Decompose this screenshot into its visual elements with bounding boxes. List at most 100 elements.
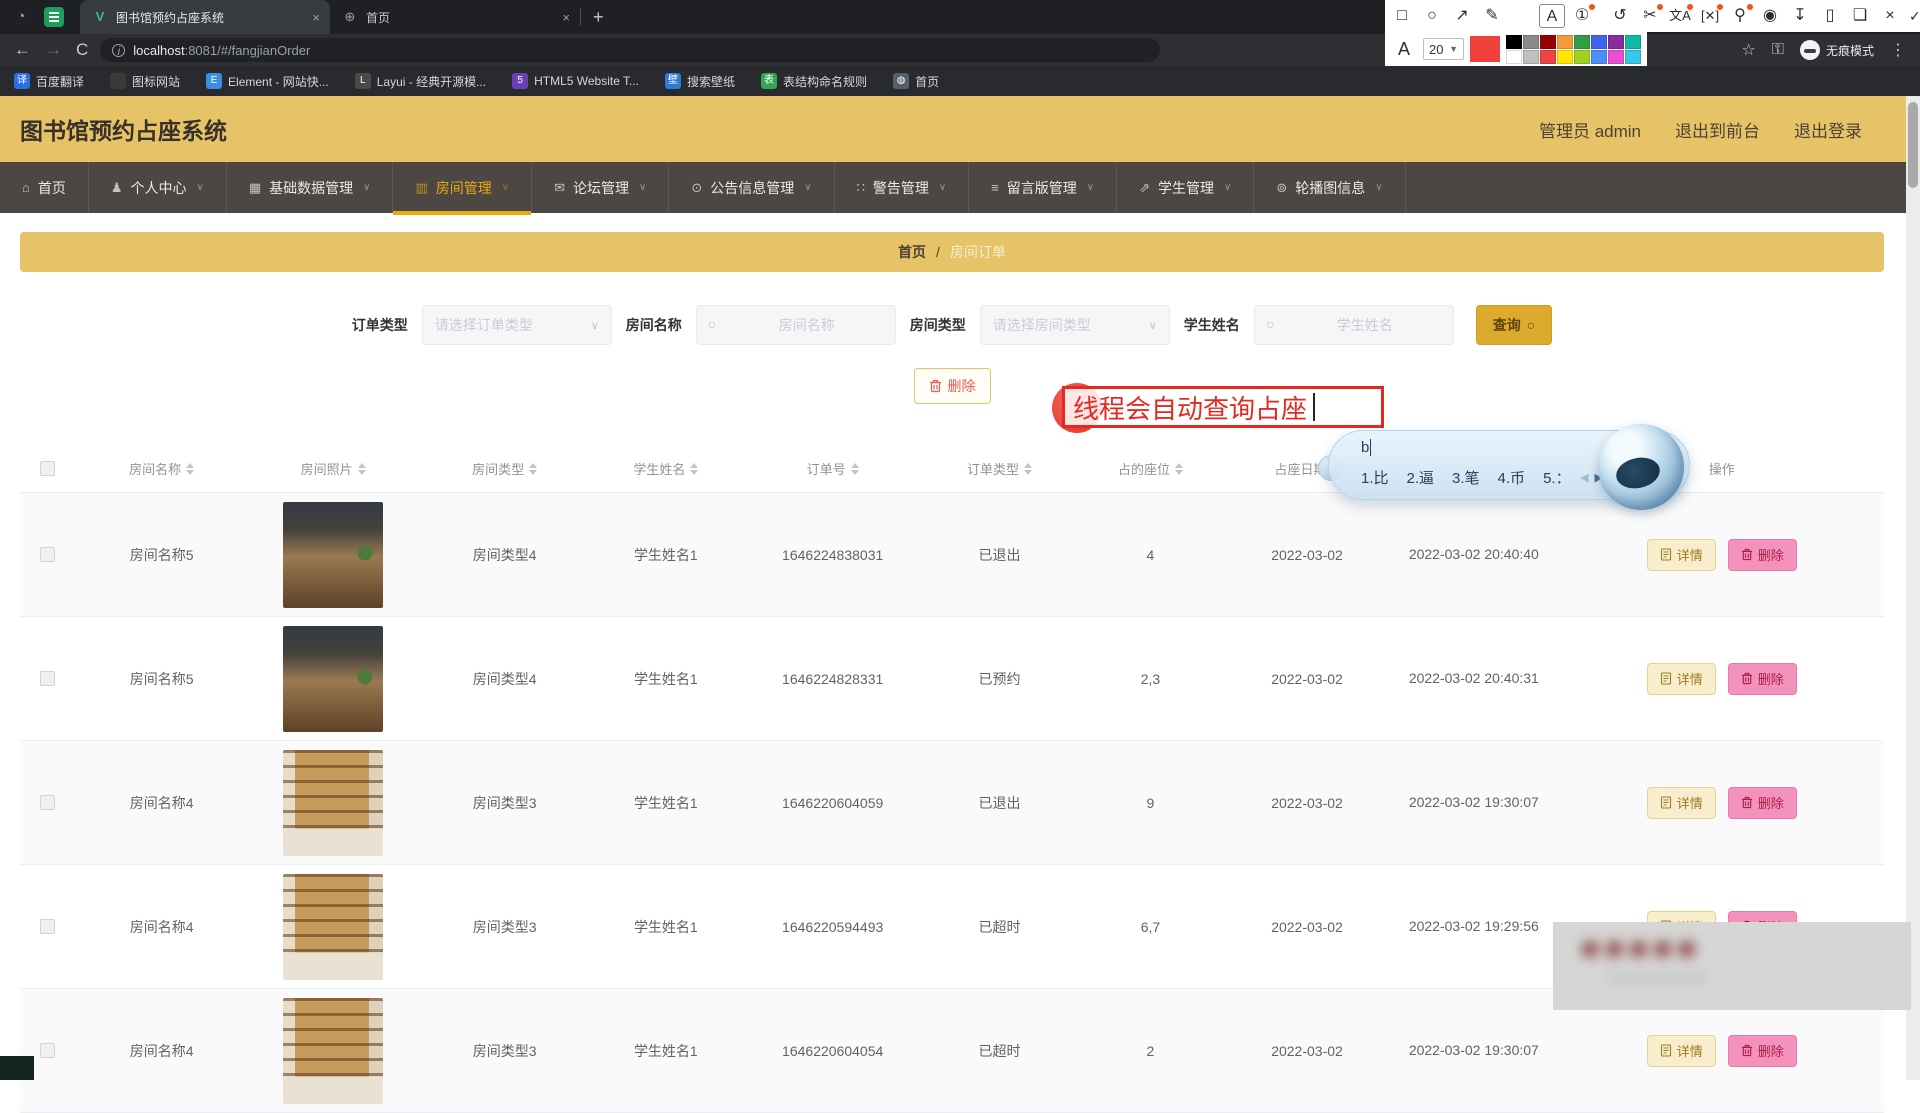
current-color-swatch[interactable] — [1470, 36, 1500, 62]
room-photo[interactable] — [283, 874, 383, 980]
translate-icon[interactable]: 文A — [1667, 4, 1693, 28]
nav-item-carousel[interactable]: ⊚轮播图信息∨ — [1254, 162, 1405, 213]
nav-item-message-board[interactable]: ≡留言版管理∨ — [969, 162, 1117, 213]
bookmark-item[interactable]: 译百度翻译 — [14, 73, 84, 90]
address-bar[interactable]: i localhost:8081/#/fangjianOrder — [100, 38, 1160, 62]
room-photo[interactable] — [283, 750, 383, 856]
browser-logo-icon[interactable]: ◔ — [12, 8, 30, 26]
delete-button[interactable]: 删除 — [1728, 1035, 1797, 1067]
bookmark-item[interactable]: 5HTML5 Website T... — [512, 73, 639, 89]
row-checkbox[interactable] — [40, 547, 55, 562]
nav-item-personal[interactable]: ♟个人中心∨ — [89, 162, 227, 213]
text-tool-icon[interactable]: A — [1539, 4, 1565, 28]
annotation-textbox[interactable]: 线程会自动查询占座 — [1062, 386, 1384, 428]
rectangle-tool-icon[interactable]: □ — [1389, 4, 1415, 28]
ime-candidate[interactable]: 5.： — [1543, 467, 1571, 488]
ime-candidate[interactable]: 4.币 — [1498, 467, 1526, 488]
bookmark-item[interactable]: ◍首页 — [893, 73, 939, 90]
finish-button[interactable]: ✓ 完成 — [1909, 0, 1920, 36]
sort-icon[interactable] — [1175, 463, 1183, 475]
row-checkbox[interactable] — [40, 919, 55, 934]
device-icon[interactable]: ▯ — [1817, 4, 1843, 28]
sort-icon[interactable] — [690, 463, 698, 475]
col-header-room[interactable]: 房间名称 — [76, 459, 247, 478]
nav-item-room-mgmt[interactable]: ▥房间管理∨ — [393, 162, 532, 213]
font-size-select[interactable]: 20▼ — [1423, 38, 1464, 60]
tab-close-icon[interactable]: × — [312, 10, 320, 25]
pinned-sheets-icon[interactable] — [44, 7, 64, 27]
delete-button[interactable]: 删除 — [1728, 787, 1797, 819]
detail-button[interactable]: 详情 — [1647, 663, 1716, 695]
ime-candidate[interactable]: 3.笔 — [1452, 467, 1480, 488]
nav-item-home[interactable]: ⌂首页 — [0, 162, 89, 213]
row-checkbox[interactable] — [40, 1043, 55, 1058]
sort-icon[interactable] — [1024, 463, 1032, 475]
logout-link[interactable]: 退出登录 — [1794, 117, 1862, 142]
room-photo[interactable] — [283, 502, 383, 608]
room-type-select[interactable]: 请选择房间类型∨ — [980, 305, 1170, 345]
col-header-photo[interactable]: 房间照片 — [247, 459, 418, 478]
scrollbar-thumb[interactable] — [1908, 102, 1918, 188]
bookmark-item[interactable]: LLayui - 经典开源模... — [355, 73, 486, 90]
col-header-type[interactable]: 房间类型 — [419, 459, 590, 478]
step-number-tool-icon[interactable]: ① — [1569, 4, 1595, 28]
bookmark-item[interactable]: EElement - 网站快... — [206, 73, 329, 90]
bookmark-item[interactable]: 表表结构命名规则 — [761, 73, 867, 90]
tab-close-icon[interactable]: × — [562, 10, 570, 25]
pin-icon[interactable]: ⚲ — [1727, 4, 1753, 28]
sort-icon[interactable] — [529, 463, 537, 475]
browser-tab[interactable]: ⊕ 首页 × — [330, 0, 580, 34]
student-name-input[interactable] — [1254, 305, 1454, 345]
new-tab-button[interactable]: + — [593, 7, 604, 28]
row-checkbox[interactable] — [40, 795, 55, 810]
bookmark-item[interactable]: 图标网站 — [110, 73, 180, 90]
scissors-icon[interactable]: ✂ — [1637, 4, 1663, 28]
detail-button[interactable]: 详情 — [1647, 787, 1716, 819]
arrow-tool-icon[interactable]: ↗ — [1449, 4, 1475, 28]
pen-tool-icon[interactable]: ✎ — [1479, 4, 1505, 28]
col-header-seats[interactable]: 占的座位 — [1075, 459, 1226, 478]
download-icon[interactable]: ↧ — [1787, 4, 1813, 28]
sort-icon[interactable] — [358, 463, 366, 475]
browser-tab-active[interactable]: V 图书馆预约占座系统 × — [80, 0, 330, 34]
sort-icon[interactable] — [186, 463, 194, 475]
col-header-order-no[interactable]: 订单号 — [741, 459, 924, 478]
bookmark-star-icon[interactable]: ☆ — [1741, 40, 1755, 60]
detail-button[interactable]: 详情 — [1647, 1035, 1716, 1067]
site-info-icon[interactable]: i — [112, 44, 125, 57]
row-checkbox[interactable] — [40, 671, 55, 686]
nav-item-announcement[interactable]: ⊙公告信息管理∨ — [669, 162, 834, 213]
room-photo[interactable] — [283, 998, 383, 1104]
ime-candidate[interactable]: 2.逼 — [1407, 467, 1435, 488]
delete-button[interactable]: 删除 — [1728, 539, 1797, 571]
select-all-checkbox[interactable] — [40, 461, 55, 476]
color-palette[interactable] — [1506, 35, 1641, 64]
ime-candidate[interactable]: 1.比 — [1361, 467, 1389, 488]
delete-button[interactable]: 删除 — [1728, 663, 1797, 695]
nav-item-warning[interactable]: ∷警告管理∨ — [835, 162, 970, 213]
browser-menu-icon[interactable]: ⋮ — [1890, 40, 1906, 60]
cancel-capture-icon[interactable]: × — [1877, 4, 1903, 28]
record-icon[interactable]: ◉ — [1757, 4, 1783, 28]
detail-button[interactable]: 详情 — [1647, 539, 1716, 571]
nav-item-forum[interactable]: ✉论坛管理∨ — [532, 162, 669, 213]
col-header-student[interactable]: 学生姓名 — [590, 459, 741, 478]
forward-button[interactable]: → — [45, 40, 62, 60]
undo-icon[interactable]: ↺ — [1607, 4, 1633, 28]
ellipse-tool-icon[interactable]: ○ — [1419, 4, 1445, 28]
ime-prev-icon[interactable]: ◀ — [1580, 471, 1588, 484]
password-key-icon[interactable]: ⚿ — [1772, 41, 1784, 59]
refresh-button[interactable]: C — [76, 40, 88, 60]
bulk-delete-button[interactable]: 删除 — [914, 368, 991, 404]
mosaic-tool-icon[interactable] — [1509, 4, 1535, 28]
nav-item-base-data[interactable]: ▦基础数据管理∨ — [227, 162, 394, 213]
ocr-icon[interactable]: [✕] — [1697, 4, 1723, 28]
bookmark-item[interactable]: 壁搜索壁纸 — [665, 73, 735, 90]
sort-icon[interactable] — [851, 463, 859, 475]
col-header-order-type[interactable]: 订单类型 — [924, 459, 1075, 478]
bookmark-flag-icon[interactable]: ❏ — [1847, 4, 1873, 28]
room-name-input[interactable] — [696, 305, 896, 345]
nav-item-student[interactable]: ⇗学生管理∨ — [1117, 162, 1254, 213]
order-type-select[interactable]: 请选择订单类型∨ — [422, 305, 612, 345]
room-photo[interactable] — [283, 626, 383, 732]
